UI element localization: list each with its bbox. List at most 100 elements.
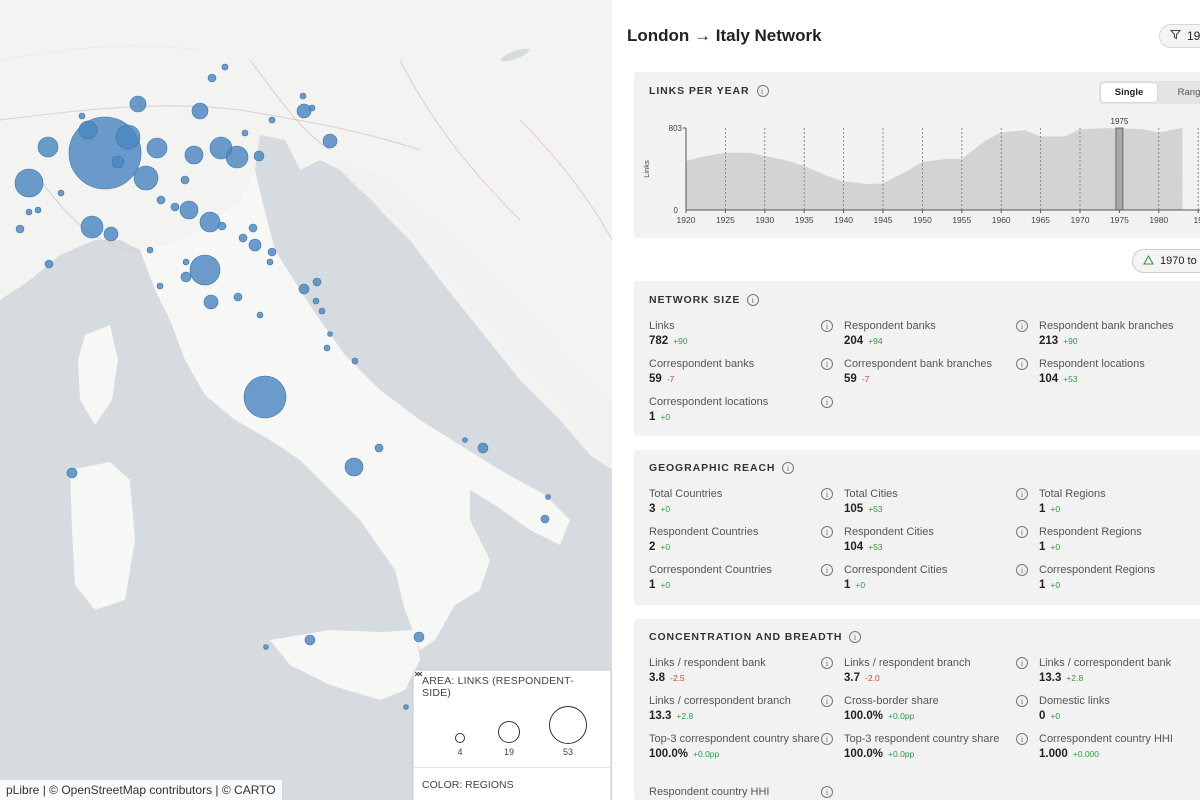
metric-label: Cross-border share [844, 695, 939, 707]
metric-number: 0 [1039, 710, 1046, 722]
filter-button[interactable]: 19 [1159, 24, 1200, 48]
metric-value: 13.3 +2.8 [1039, 672, 1200, 684]
metric-item: Correspondent banks 59 -7 i [649, 357, 833, 385]
metric-delta: +53 [1063, 374, 1078, 384]
info-icon[interactable]: i [849, 631, 862, 643]
info-icon[interactable]: i [821, 786, 833, 798]
metric-item: Respondent Cities 104 +53 i [844, 525, 1028, 553]
x-tick-label: 1960 [992, 215, 1011, 225]
metric-number: 3.8 [649, 672, 665, 684]
legend-size-small: 4 [457, 747, 463, 757]
info-icon[interactable]: i [1016, 526, 1028, 538]
legend-area-header[interactable]: AREA: LINKS (RESPONDENT-SIDE) [414, 671, 610, 703]
info-icon[interactable]: i [1016, 564, 1028, 576]
metric-delta: +0 [1050, 542, 1061, 552]
metric-value: 1 +0 [1039, 541, 1200, 553]
metric-value: 100.0% +0.0pp [649, 748, 829, 760]
metric-label: Respondent Cities [844, 526, 934, 538]
metric-item: Total Regions1+0i [1039, 487, 1200, 515]
metric-delta: -7 [666, 374, 675, 384]
toggle-range[interactable]: Rang [1161, 83, 1200, 102]
map-view[interactable]: pLibre | © OpenStreetMap contributors | … [0, 0, 612, 800]
toggle-single[interactable]: Single [1101, 83, 1157, 102]
info-icon[interactable]: i [1016, 657, 1028, 669]
x-tick-label: 1935 [795, 215, 814, 225]
info-icon[interactable]: i [821, 358, 833, 370]
metric-value: 204 +94 [844, 335, 1024, 347]
metric-number: 104 [844, 541, 864, 553]
metric-value: 100.0% +0.0pp [844, 710, 1024, 722]
metric-label: Top-3 correspondent country share [649, 733, 820, 745]
metric-number: 59 [649, 373, 662, 385]
metric-value: 3 +0 [649, 503, 829, 515]
metric-number: 1 [649, 579, 656, 591]
metric-value: 1 +0 [1039, 579, 1200, 591]
metric-value: 104 +53 [844, 541, 1024, 553]
info-icon[interactable]: i [747, 294, 760, 306]
info-icon[interactable]: i [821, 526, 833, 538]
metric-number: 105 [844, 503, 864, 515]
x-tick-label: 1980 [1149, 215, 1168, 225]
info-icon[interactable]: i [1016, 488, 1028, 500]
metric-delta: +0.0pp [888, 711, 915, 721]
metric-item: Respondent Countries 2 +0 i [649, 525, 833, 553]
metric-label: Correspondent Countries [649, 564, 772, 576]
metric-item: Correspondent bank branches 59 -7 i [844, 357, 1028, 385]
info-icon[interactable]: i [1016, 358, 1028, 370]
info-icon[interactable]: i [821, 695, 833, 707]
x-tick-label: 1925 [716, 215, 735, 225]
info-icon[interactable]: i [756, 85, 769, 97]
network-size-card: NETWORK SIZE i Links 782 +90 i Respondent ba… [634, 281, 1200, 436]
metric-value: 13.3 +2.8 [649, 710, 829, 722]
metric-label: Links / correspondent bank [1039, 657, 1172, 669]
mode-toggle: Single Rang [1099, 81, 1200, 104]
metric-number: 1 [1039, 579, 1046, 591]
info-icon[interactable]: i [821, 396, 833, 408]
info-icon[interactable]: i [821, 320, 833, 332]
legend-color-header[interactable]: COLOR: REGIONS [414, 671, 610, 800]
metric-value: 0 +0 [1039, 710, 1200, 722]
metric-item: Correspondent Countries 1 +0 i [649, 563, 833, 591]
metric-item: Respondent country HHI i [649, 785, 833, 800]
metric-number: 100.0% [844, 710, 884, 722]
metric-delta: +53 [868, 504, 883, 514]
info-icon[interactable]: i [782, 462, 795, 474]
metric-value: 1 +0 [844, 579, 1024, 591]
legend-size-medium: 19 [503, 747, 515, 757]
info-icon[interactable]: i [821, 657, 833, 669]
x-tick-label: 1955 [952, 215, 971, 225]
page-title: London → Italy Network [627, 26, 822, 45]
info-icon[interactable]: i [821, 564, 833, 576]
metric-label: Correspondent locations [649, 396, 769, 408]
metric-value: 2 +0 [649, 541, 829, 553]
links-per-year-card: LINKS PER YEAR i Single Rang 1920 1925 193… [634, 72, 1200, 238]
selected-year-handle [1115, 127, 1124, 211]
info-icon[interactable]: i [821, 488, 833, 500]
map-attribution[interactable]: pLibre | © OpenStreetMap contributors | … [0, 780, 282, 800]
metric-label: Respondent Regions [1039, 526, 1142, 538]
metric-delta: -7 [861, 374, 870, 384]
x-tick-label: 1920 [677, 215, 696, 225]
metric-value: 104 +53 [1039, 373, 1200, 385]
metric-label: Links / respondent bank [649, 657, 766, 669]
metric-number: 100.0% [844, 748, 884, 760]
metric-number: 3.7 [844, 672, 860, 684]
info-icon[interactable]: i [1016, 733, 1028, 745]
info-icon[interactable]: i [1016, 320, 1028, 332]
metric-item: Total Countries 3 +0 i [649, 487, 833, 515]
metric-number: 1 [844, 579, 851, 591]
legend-color-label: COLOR: REGIONS [422, 778, 514, 791]
metric-delta: +0 [1050, 711, 1061, 721]
metric-item: Top-3 correspondent country share 100.0% +… [649, 732, 833, 760]
metric-delta: +0 [660, 504, 671, 514]
metric-delta: +0 [1050, 580, 1061, 590]
range-selection-pill[interactable]: 1970 to [1132, 249, 1200, 273]
x-tick-label: 1965 [1031, 215, 1050, 225]
metric-delta: +0 [1050, 504, 1061, 514]
y-tick-label-max: 803 [669, 124, 683, 133]
info-icon[interactable]: i [1016, 695, 1028, 707]
metric-value: 105 +53 [844, 503, 1024, 515]
metric-value: 3.8 -2.5 [649, 672, 829, 684]
info-icon[interactable]: i [821, 733, 833, 745]
links-per-year-chart[interactable]: 1920 1925 1930 1935 1940 1945 1950 1955 1960 1965… [634, 114, 1200, 234]
